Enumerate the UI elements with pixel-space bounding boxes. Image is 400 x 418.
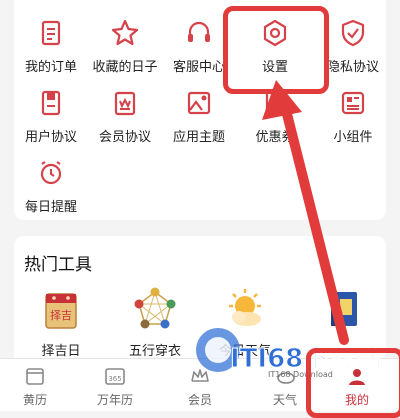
tab-calendar[interactable]: 365 万年历: [80, 365, 150, 408]
service-label: 每日提醒: [24, 200, 77, 215]
service-label: 优惠券: [255, 130, 295, 145]
service-label: 用户协议: [24, 130, 77, 145]
headset-icon: [188, 21, 210, 42]
service-daily-reminder[interactable]: 每日提醒: [14, 158, 88, 215]
member-agreement-icon: [114, 91, 136, 116]
tool-label: 五行穿衣: [128, 344, 181, 359]
tab-almanac[interactable]: 黄历: [0, 365, 70, 408]
tool-five-elements[interactable]: 五行穿衣: [118, 286, 192, 359]
tab-label: 黄历: [22, 393, 47, 407]
service-label: 小组件: [333, 130, 373, 145]
tool-badge: 择吉: [50, 308, 72, 322]
service-my-orders[interactable]: 我的订单: [14, 18, 88, 75]
five-elements-icon: [134, 287, 176, 329]
service-member-agreement[interactable]: 会员协议: [88, 88, 162, 145]
tool-label: 择吉日: [41, 344, 81, 359]
service-label: 会员协议: [98, 130, 151, 145]
service-label: 我的订单: [24, 60, 77, 75]
service-favorite-days[interactable]: 收藏的日子: [88, 18, 162, 75]
auspicious-day-icon: 择吉: [45, 293, 77, 329]
service-label: 收藏的日子: [92, 60, 158, 75]
service-app-theme[interactable]: 应用主题: [162, 88, 236, 145]
service-label: 应用主题: [172, 130, 225, 145]
tab-label: 万年历: [96, 393, 133, 407]
calendar-number: 365: [108, 375, 121, 383]
profile-tab-highlight-box: [306, 348, 400, 418]
almanac-icon: [26, 368, 44, 385]
star-icon: [111, 19, 139, 46]
section-title: 热门工具: [24, 255, 92, 275]
theme-icon: [187, 91, 211, 115]
service-coupons[interactable]: 优惠券: [238, 88, 312, 145]
alarm-icon: [40, 161, 62, 185]
calendar-icon: 365: [105, 368, 125, 385]
shield-icon: [341, 19, 365, 47]
service-widgets[interactable]: 小组件: [316, 88, 390, 145]
document-icon: [41, 20, 61, 46]
settings-highlight-box: [223, 6, 329, 94]
tool-auspicious-day[interactable]: 择吉 择吉日: [24, 286, 98, 359]
widget-icon: [341, 91, 365, 115]
service-user-agreement[interactable]: 用户协议: [14, 88, 88, 145]
user-agreement-icon: [41, 90, 61, 116]
tab-label: 会员: [187, 393, 212, 407]
